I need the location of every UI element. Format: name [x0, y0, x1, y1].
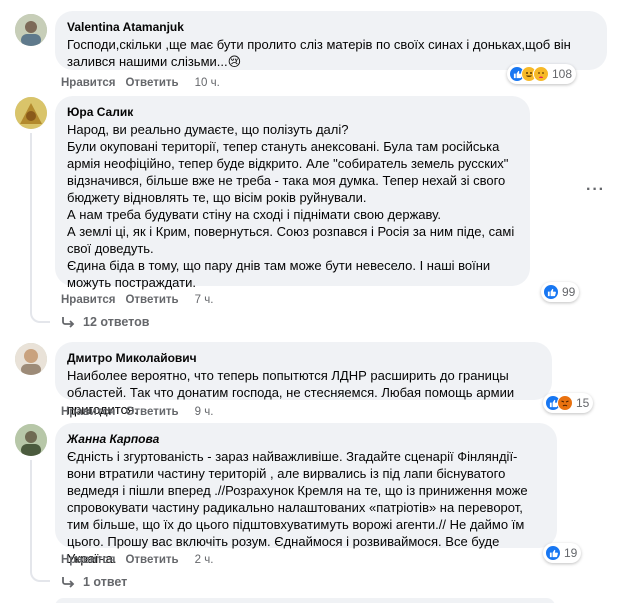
reaction-count: 108	[552, 67, 573, 81]
replies-count: 12 ответов	[83, 315, 150, 329]
comment-bubble-partial	[55, 598, 555, 603]
like-button[interactable]: Нравится	[61, 76, 115, 90]
comment-author[interactable]: Valentina Atamanjuk	[67, 19, 595, 35]
reactions-summary[interactable]: 19	[543, 543, 582, 563]
more-options-icon[interactable]: ···	[586, 181, 605, 199]
thread-connector	[30, 460, 50, 582]
comment-bubble: Valentina Atamanjuk Господи,скільки ,ще …	[55, 11, 607, 70]
comment-line: А землі ці, як і Крим, повернуться. Союз…	[67, 224, 515, 256]
avatar[interactable]	[15, 97, 47, 129]
reactions-summary[interactable]: 108	[507, 64, 577, 84]
view-replies-button[interactable]: 1 ответ	[61, 575, 127, 589]
comment-time[interactable]: 10 ч.	[195, 76, 220, 90]
comment-time[interactable]: 7 ч.	[195, 293, 214, 307]
comment-text: Народ, ви реально думаєте, що полізуть д…	[67, 121, 518, 291]
reply-arrow-icon	[62, 317, 75, 328]
like-button[interactable]: Нравится	[61, 553, 115, 567]
comment-line: Єдина біда в тому, що пару днів там може…	[67, 258, 491, 290]
comment-time[interactable]: 2 ч.	[195, 553, 214, 567]
comment-line: Народ, ви реально думаєте, що полізуть д…	[67, 122, 349, 137]
reactions-summary[interactable]: 99	[541, 282, 580, 302]
view-replies-button[interactable]: 12 ответов	[61, 315, 149, 329]
comment-actions: Нравится Ответить 10 ч.	[61, 76, 220, 90]
replies-count: 1 ответ	[83, 575, 128, 589]
comment-actions: Нравится Ответить 9 ч.	[61, 405, 213, 419]
care-reaction-icon	[533, 66, 549, 82]
angry-reaction-icon	[557, 395, 573, 411]
comment-actions: Нравится Ответить 7 ч.	[61, 293, 213, 307]
comment-time[interactable]: 9 ч.	[195, 405, 214, 419]
reply-button[interactable]: Ответить	[125, 553, 178, 567]
reaction-count: 19	[564, 546, 578, 560]
reply-button[interactable]: Ответить	[125, 76, 178, 90]
comment-author[interactable]: Юра Салик	[67, 104, 518, 120]
reply-button[interactable]: Ответить	[125, 293, 178, 307]
comment-text: Єдність і згуртованість - зараз найважли…	[67, 449, 528, 566]
thread-connector	[30, 133, 50, 323]
like-reaction-icon	[543, 284, 559, 300]
like-button[interactable]: Нравится	[61, 293, 115, 307]
reactions-summary[interactable]: 15	[543, 393, 594, 413]
reply-arrow-icon	[62, 577, 75, 588]
avatar[interactable]	[15, 343, 47, 375]
reply-button[interactable]: Ответить	[125, 405, 178, 419]
reaction-count: 15	[576, 396, 590, 410]
avatar[interactable]	[15, 14, 47, 46]
like-reaction-icon	[545, 545, 561, 561]
comment-bubble: Жанна Карпова Єдність і згуртованість - …	[55, 423, 557, 566]
comment-author[interactable]: Дмитро Миколайович	[67, 350, 540, 366]
comment-actions: Нравится Ответить 2 ч.	[61, 553, 213, 567]
comment-bubble: Дмитро Миколайович Наиболее вероятно, чт…	[55, 342, 552, 417]
like-button[interactable]: Нравится	[61, 405, 115, 419]
comment-author[interactable]: Жанна Карпова	[67, 431, 545, 447]
comment-line: А нам треба будувати стіну на сході і пі…	[67, 207, 441, 222]
comment-bubble: Юра Салик Народ, ви реально думаєте, що …	[55, 96, 530, 290]
comment-line: Були окуповані території, тепер стануть …	[67, 139, 509, 205]
reaction-count: 99	[562, 285, 576, 299]
avatar[interactable]	[15, 424, 47, 456]
